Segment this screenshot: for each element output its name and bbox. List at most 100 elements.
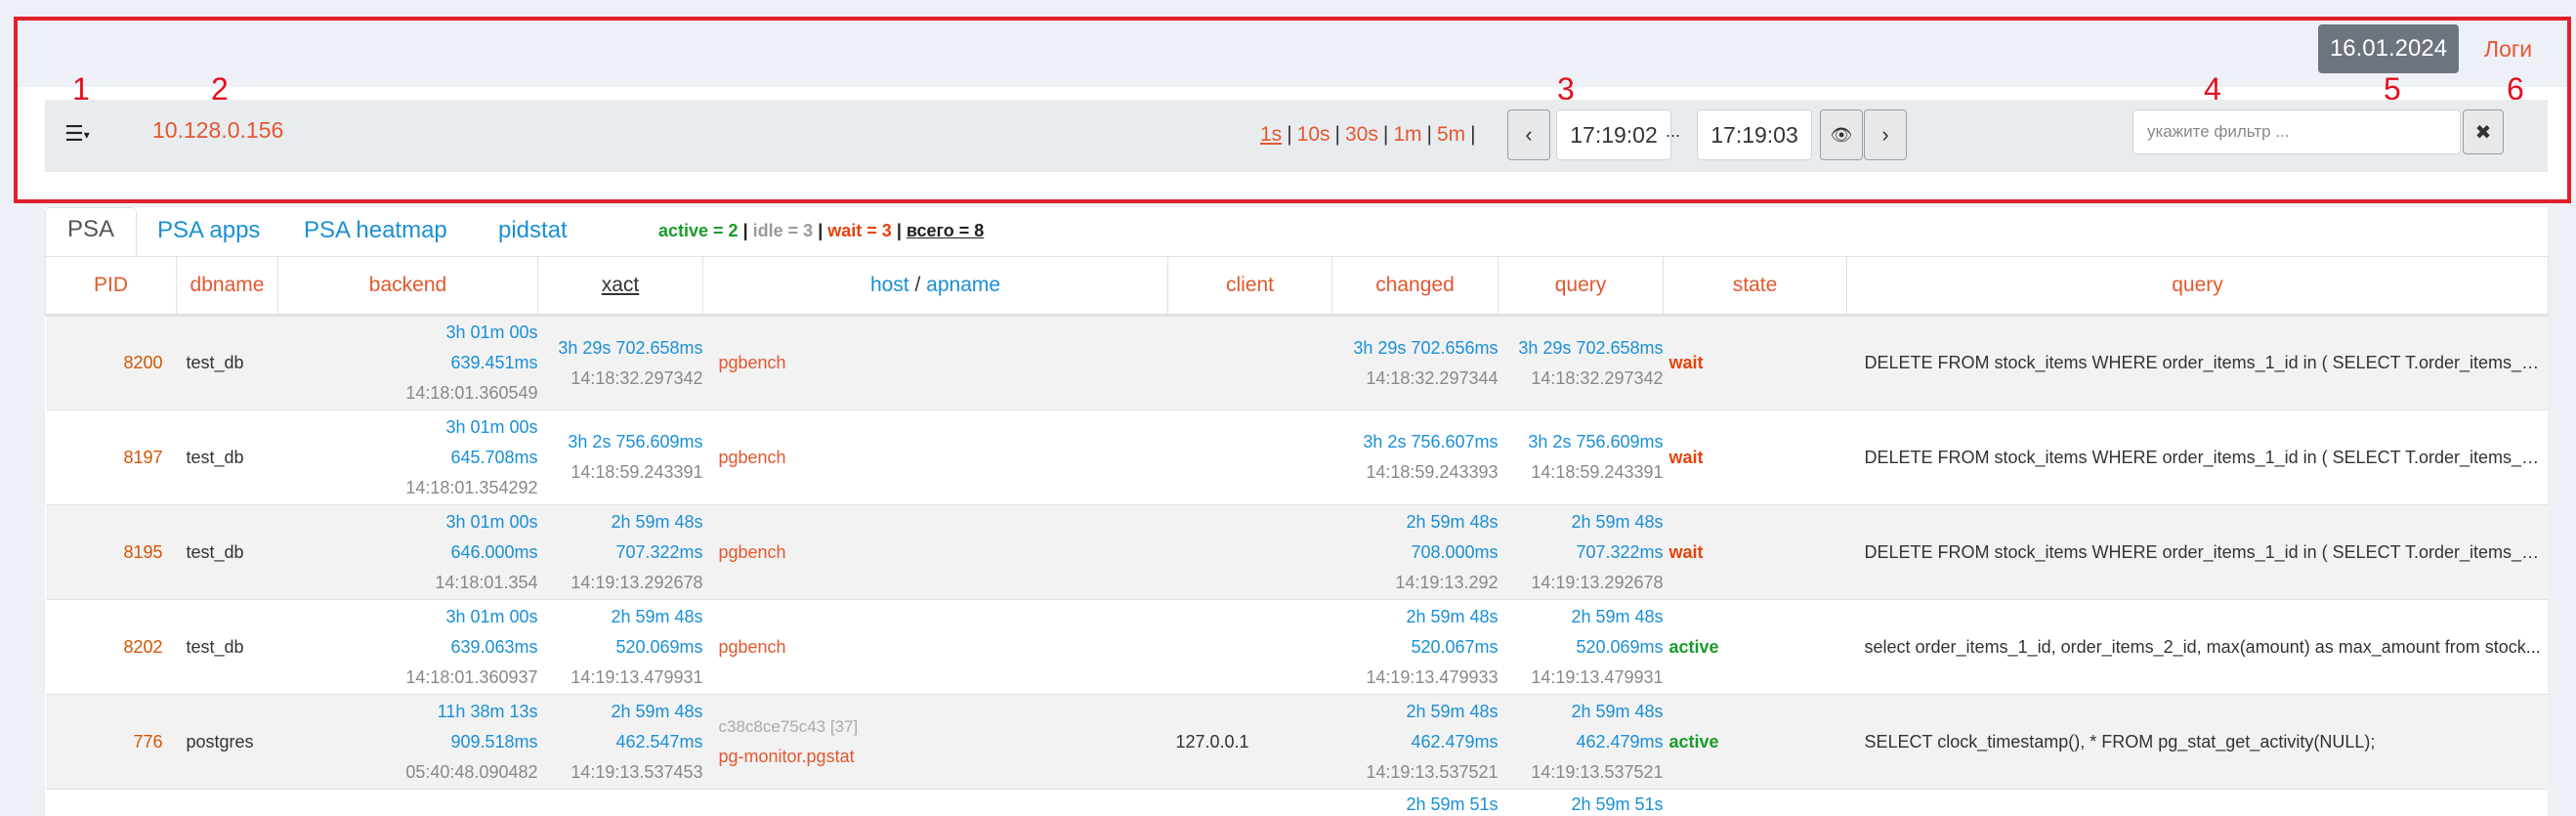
changed-line: 14:18:59.243393	[1366, 462, 1499, 482]
interval-5m[interactable]: 5m	[1437, 123, 1465, 146]
col-xact[interactable]: xact	[537, 256, 703, 317]
changed-cell: 3h 29s 702.656ms 14:18:32.297344	[1331, 315, 1499, 410]
changed-cell: 2h 59m 48s 520.067ms 14:19:13.479933	[1331, 599, 1499, 695]
count-wait[interactable]: wait = 3	[827, 221, 892, 240]
xact-line: 707.322ms	[615, 541, 703, 562]
dbname-cell: postgres	[176, 694, 278, 790]
dbname-cell: test_db	[176, 504, 278, 600]
pid-cell[interactable]: 8197	[45, 409, 177, 505]
tab-pidstat[interactable]: pidstat	[498, 217, 568, 244]
pid-cell[interactable]: 8195	[45, 504, 177, 600]
tab-psa-apps[interactable]: PSA apps	[157, 217, 260, 244]
table-row[interactable]: 8195 test_db 3h 01m 00s 646.000ms 14:18:01.3…	[45, 504, 2549, 600]
interval-10s[interactable]: 10s	[1297, 123, 1330, 146]
interval-30s[interactable]: 30s	[1345, 123, 1378, 146]
col-changed[interactable]: changed	[1331, 256, 1499, 317]
backend-line: 645.708ms	[450, 447, 538, 467]
table-row[interactable]: 776 postgres 11h 38m 13s 909.518ms 05:40:48.…	[45, 694, 2549, 790]
interval-1s[interactable]: 1s	[1260, 123, 1282, 146]
query-cell[interactable]: DELETE FROM stock_items WHERE order_item…	[1846, 315, 2549, 410]
time-to-input[interactable]: 17:19:03	[1697, 109, 1812, 160]
backend-line: 3h 01m 00s	[445, 606, 538, 626]
changed-cell: 3h 2s 756.607ms 14:18:59.243393	[1331, 409, 1499, 505]
tab-psa-heatmap[interactable]: PSA heatmap	[304, 217, 447, 244]
table-row[interactable]: 8197 test_db 3h 01m 00s 645.708ms 14:18:01.3…	[45, 409, 2549, 505]
time-separator: ...	[1666, 121, 1681, 141]
query-time-cell: 2h 59m 48s 520.069ms 14:19:13.479931	[1498, 599, 1664, 695]
interval-selector: 1s | 10s | 30s | 1m | 5m |	[1260, 123, 1476, 146]
count-idle[interactable]: idle = 3	[753, 221, 814, 240]
filter-input[interactable]: укажите фильтр ...	[2133, 109, 2461, 154]
changed-cell: 2h 59m 51s	[1331, 789, 1499, 816]
apname[interactable]: pg-monitor.pgstat	[719, 742, 1168, 772]
date-badge[interactable]: 16.01.2024	[2318, 24, 2459, 73]
col-host-apname: host / apname	[702, 256, 1168, 317]
xact-cell: 2h 59m 48s 520.069ms 14:19:13.479931	[537, 599, 703, 695]
table-row[interactable]: 8202 test_db 3h 01m 00s 639.063ms 14:18:01.3…	[45, 599, 2549, 695]
col-apname[interactable]: apname	[926, 274, 1000, 296]
state-cell: wait	[1663, 504, 1847, 600]
dbname-cell: test_db	[176, 409, 278, 505]
changed-line: 2h 59m 48s	[1406, 511, 1499, 532]
apname[interactable]: pgbench	[719, 537, 1168, 568]
col-host[interactable]: host	[870, 274, 909, 296]
query-time-cell: 2h 59m 51s	[1498, 789, 1664, 816]
state-cell: wait	[1663, 409, 1847, 505]
backend-line: 14:18:01.354	[435, 572, 538, 592]
count-total[interactable]: всего = 8	[907, 221, 984, 240]
col-dbname[interactable]: dbname	[176, 256, 278, 317]
eye-icon: 👁	[1830, 124, 1853, 145]
xact-line: 2h 59m 48s	[611, 606, 703, 626]
interval-1m[interactable]: 1m	[1393, 123, 1421, 146]
dbname-cell	[176, 789, 278, 816]
backend-cell: 3h 01m 00s 639.451ms 14:18:01.360549	[277, 315, 538, 410]
qtime-line: 520.069ms	[1576, 636, 1664, 657]
prev-button[interactable]: ‹	[1507, 109, 1550, 160]
apname[interactable]: pgbench	[719, 348, 1168, 378]
query-cell[interactable]	[1846, 789, 2549, 816]
pid-cell[interactable]: 776	[45, 694, 177, 790]
pid-cell[interactable]: 8202	[45, 599, 177, 695]
count-active[interactable]: active = 2	[658, 221, 739, 240]
xact-line: 14:19:13.292678	[570, 572, 703, 592]
apname[interactable]: pgbench	[719, 443, 1168, 473]
pid-cell[interactable]: 8200	[45, 315, 177, 410]
query-cell[interactable]: SELECT clock_timestamp(), * FROM pg_stat…	[1846, 694, 2549, 790]
qtime-line: 14:18:59.243391	[1531, 462, 1664, 482]
query-cell[interactable]: select order_items_1_id, order_items_2_i…	[1846, 599, 2549, 695]
qtime-line: 707.322ms	[1576, 541, 1664, 562]
pid-cell[interactable]	[45, 789, 177, 816]
changed-line: 14:19:13.292	[1395, 572, 1499, 592]
table-row[interactable]: 8200 test_db 3h 01m 00s 639.451ms 14:18:01.3…	[45, 315, 2549, 410]
col-query[interactable]: query	[1846, 256, 2549, 317]
clear-filter-button[interactable]: ✖	[2463, 109, 2504, 154]
xact-cell	[537, 789, 703, 816]
apname[interactable]: pgbench	[719, 632, 1168, 663]
qtime-line: 14:18:32.297342	[1531, 367, 1664, 388]
menu-dropdown-button[interactable]: ☰▾	[64, 121, 107, 150]
col-query-time[interactable]: query	[1498, 256, 1664, 317]
changed-line: 14:18:32.297344	[1366, 367, 1499, 388]
col-backend[interactable]: backend	[277, 256, 538, 317]
col-state[interactable]: state	[1663, 256, 1847, 317]
backend-line: 3h 01m 00s	[445, 322, 538, 342]
server-ip[interactable]: 10.128.0.156	[152, 117, 283, 144]
time-from-input[interactable]: 17:19:02	[1556, 109, 1671, 160]
query-time-cell: 3h 29s 702.658ms 14:18:32.297342	[1498, 315, 1664, 410]
next-button[interactable]: ›	[1864, 109, 1907, 160]
tab-psa[interactable]: PSA	[45, 207, 138, 256]
changed-line: 520.067ms	[1411, 636, 1499, 657]
host-id[interactable]: c38c8ce75c43 [37]	[719, 711, 1168, 742]
col-client[interactable]: client	[1167, 256, 1332, 317]
logs-link[interactable]: Логи	[2484, 36, 2532, 63]
changed-cell: 2h 59m 48s 462.479ms 14:19:13.537521	[1331, 694, 1499, 790]
query-cell[interactable]: DELETE FROM stock_items WHERE order_item…	[1846, 409, 2549, 505]
client-cell: 127.0.0.1	[1167, 694, 1332, 790]
table-row[interactable]: 2h 59m 51s 2h 59m 51s	[45, 789, 2549, 816]
query-cell[interactable]: DELETE FROM stock_items WHERE order_item…	[1846, 504, 2549, 600]
host-cell: c38c8ce75c43 [37] pg-monitor.pgstat	[702, 694, 1168, 790]
col-pid[interactable]: PID	[45, 256, 177, 317]
close-icon: ✖	[2474, 121, 2492, 144]
view-button[interactable]: 👁	[1820, 109, 1863, 160]
query-time-cell: 2h 59m 48s 707.322ms 14:19:13.292678	[1498, 504, 1664, 600]
